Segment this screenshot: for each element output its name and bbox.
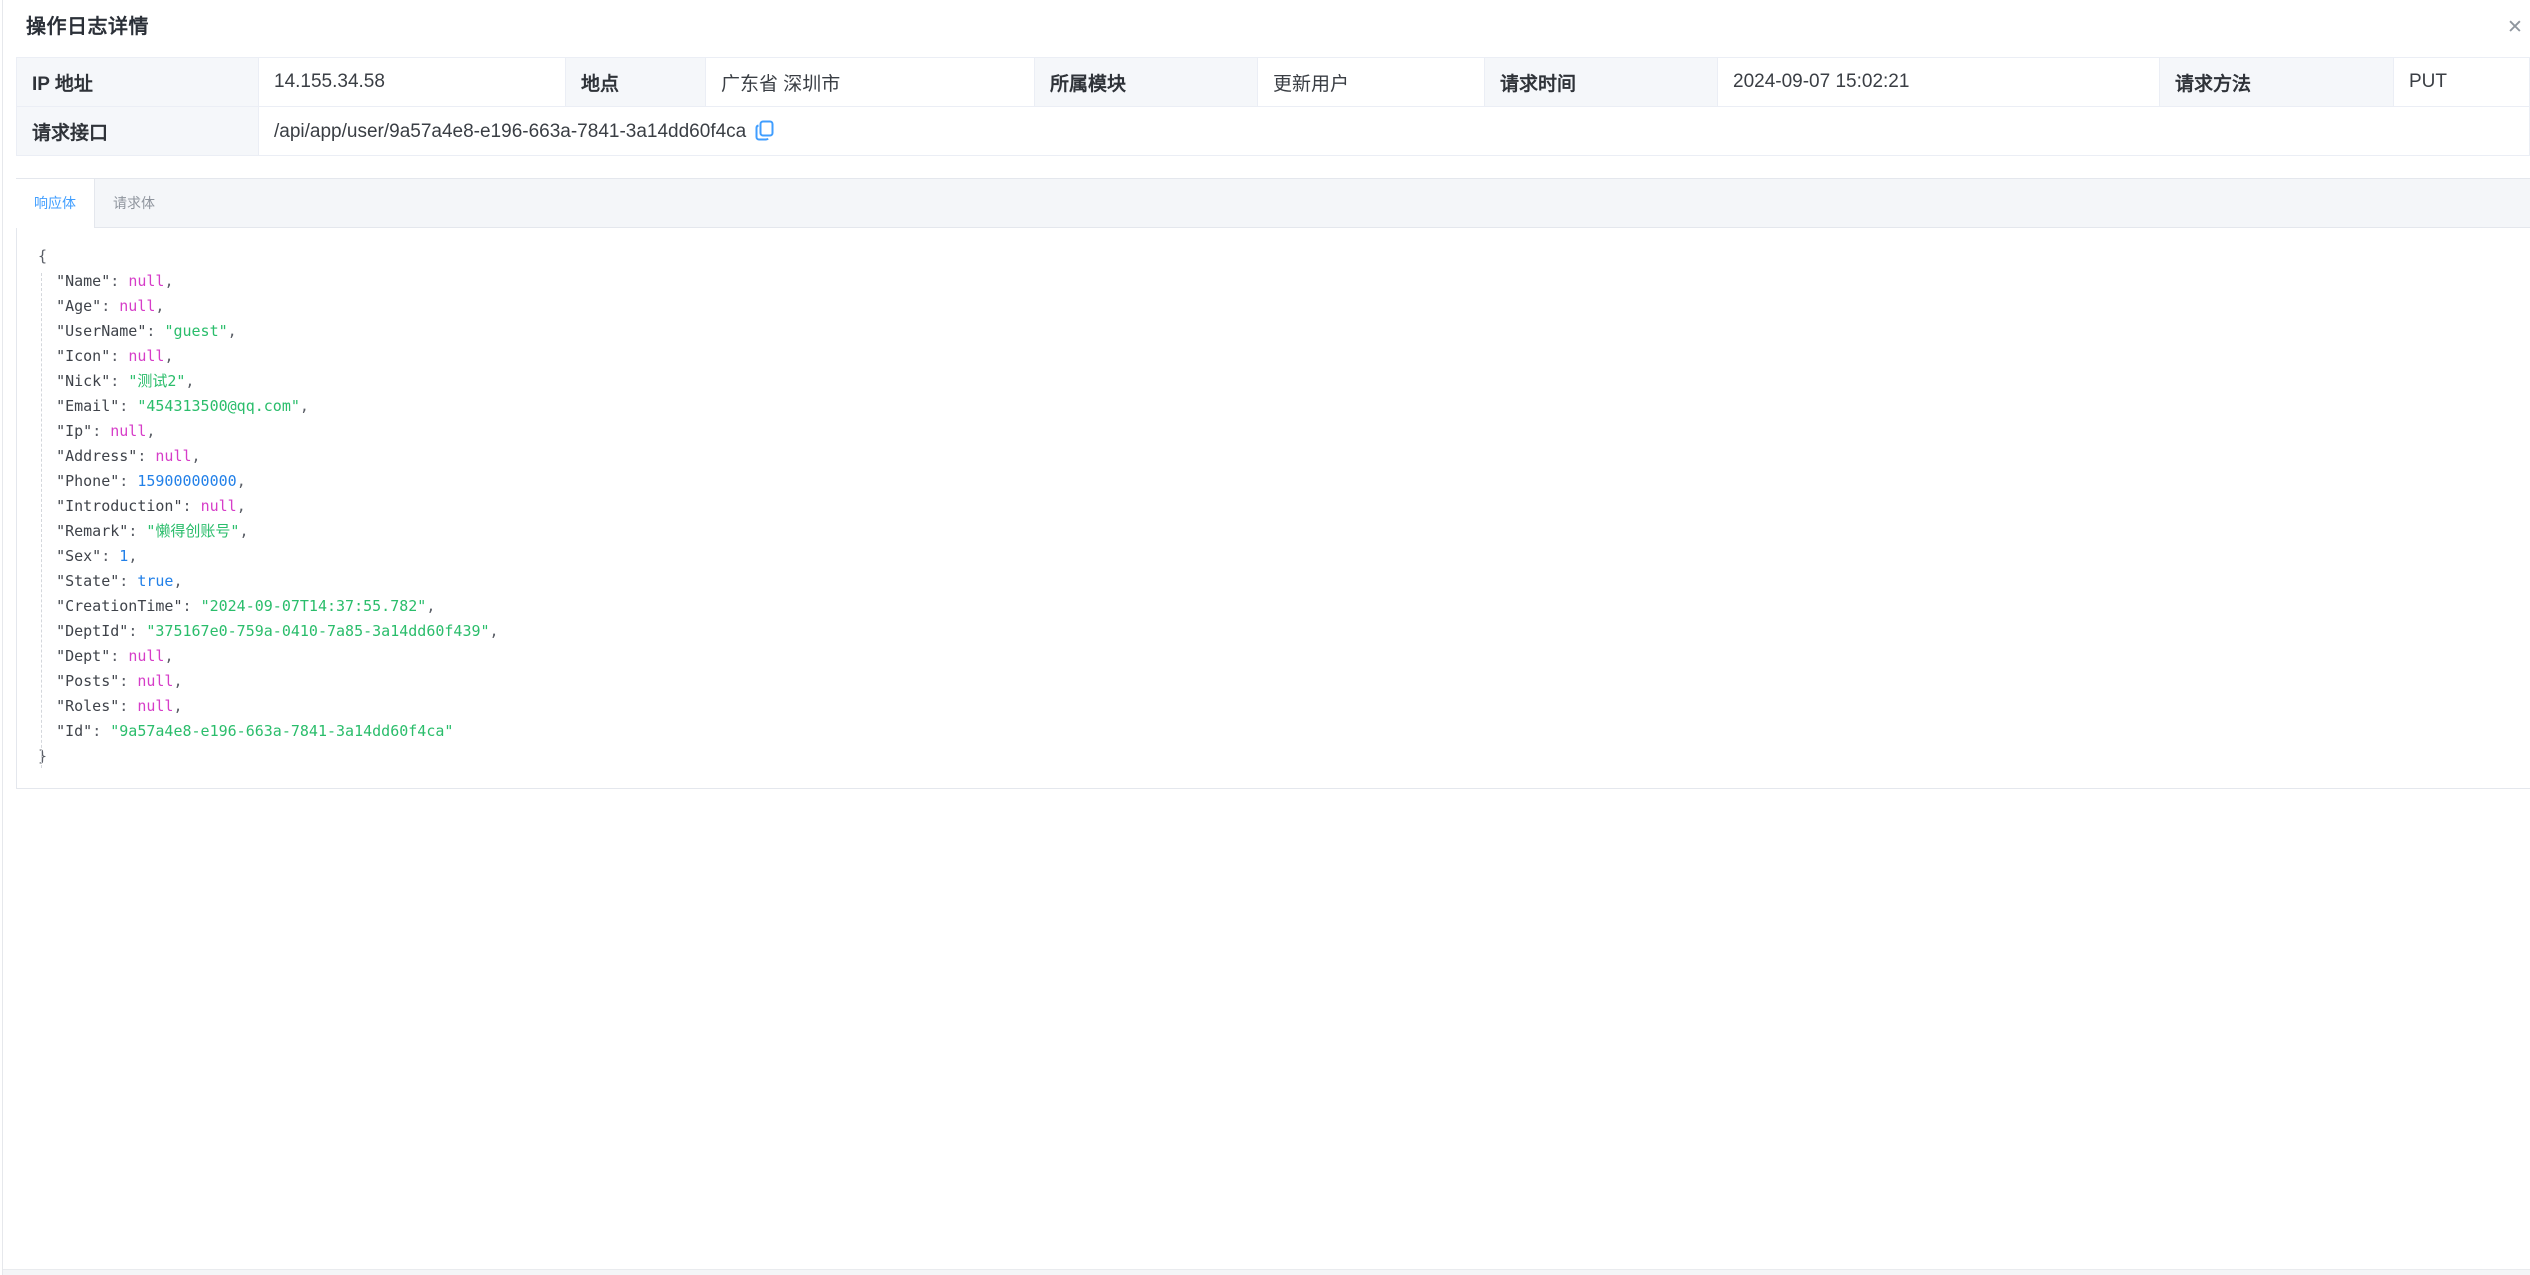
desc-label: 地点 bbox=[566, 58, 706, 107]
desc-value-text: 2024-09-07 15:02:21 bbox=[1733, 71, 1909, 92]
tabs-header: 响应体请求体 bbox=[16, 178, 2530, 228]
tab-request-body[interactable]: 请求体 bbox=[95, 179, 173, 227]
desc-label: 请求时间 bbox=[1485, 58, 1718, 107]
dialog-header: 操作日志详情 bbox=[0, 0, 2530, 43]
desc-value-text: PUT bbox=[2409, 71, 2447, 92]
desc-value-text: /api/app/user/9a57a4e8-e196-663a-7841-3a… bbox=[274, 121, 746, 142]
desc-value: PUT bbox=[2394, 58, 2530, 107]
response-body-panel: { "Name": null, "Age": null, "UserName":… bbox=[16, 228, 2530, 789]
desc-value-text: 更新用户 bbox=[1273, 74, 1349, 95]
desc-row: IP 地址 14.155.34.58 地点广东省 深圳市 所属模块更新用户 请求时间 20… bbox=[17, 58, 2530, 107]
desc-row: 请求接口/api/app/user/9a57a4e8-e196-663a-784… bbox=[17, 107, 2530, 156]
desc-value: /api/app/user/9a57a4e8-e196-663a-7841-3a… bbox=[259, 107, 2530, 156]
desc-value: 14.155.34.58 bbox=[259, 58, 566, 107]
desc-value: 2024-09-07 15:02:21 bbox=[1718, 58, 2160, 107]
desc-value-text: 广东省 深圳市 bbox=[721, 74, 840, 95]
log-detail-descriptions: IP 地址 14.155.34.58 地点广东省 深圳市 所属模块更新用户 请求时间 20… bbox=[16, 57, 2530, 156]
body-tabs: 响应体请求体 { "Name": null, "Age": null, "Use… bbox=[16, 178, 2530, 789]
tab-response-body[interactable]: 响应体 bbox=[16, 179, 95, 228]
response-json-code: { "Name": null, "Age": null, "UserName":… bbox=[17, 228, 2530, 769]
desc-label: 请求方法 bbox=[2160, 58, 2394, 107]
desc-value-text: 14.155.34.58 bbox=[274, 71, 385, 92]
indent-guide-line bbox=[41, 273, 42, 768]
close-icon: ✕ bbox=[2507, 18, 2523, 37]
page-title: 操作日志详情 bbox=[26, 16, 149, 38]
desc-label: 所属模块 bbox=[1035, 58, 1258, 107]
desc-value: 广东省 深圳市 bbox=[706, 58, 1035, 107]
drawer-left-border bbox=[2, 0, 3, 1275]
bottom-scroll-strip bbox=[3, 1269, 2530, 1275]
close-button[interactable]: ✕ bbox=[2502, 14, 2528, 40]
copy-button[interactable] bbox=[755, 120, 774, 141]
desc-value: 更新用户 bbox=[1258, 58, 1485, 107]
desc-label: IP 地址 bbox=[17, 58, 259, 107]
desc-label: 请求接口 bbox=[17, 107, 259, 156]
copy-icon bbox=[755, 120, 774, 141]
